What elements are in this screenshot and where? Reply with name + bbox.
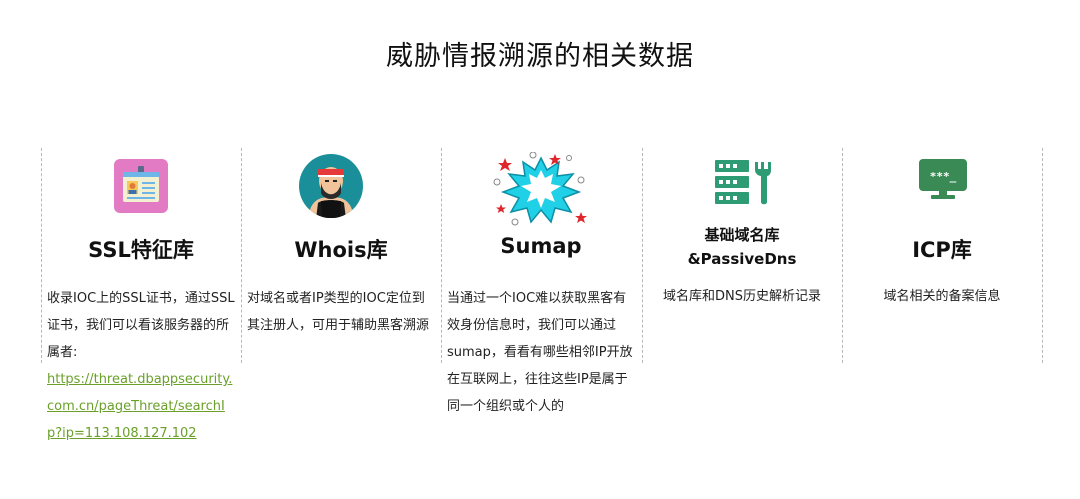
description-text: 收录IOC上的SSL证书，通过SSL证书，我们可以看该服务器的所属者: bbox=[47, 291, 235, 360]
screen-text: ***_ bbox=[930, 170, 957, 183]
column-title-line: 基础域名库 bbox=[704, 226, 780, 244]
column-description: 当通过一个IOC难以获取黑客有效身份信息时，我们可以通过sumap，看看有哪些相… bbox=[447, 291, 633, 414]
explosion-icon bbox=[493, 151, 589, 230]
column-divider bbox=[1042, 148, 1043, 363]
column-description: 对域名或者IP类型的IOC定位到其注册人，可用于辅助黑客溯源 bbox=[247, 291, 430, 333]
id-card-icon bbox=[114, 159, 168, 217]
column-description: 域名库和DNS历史解析记录 bbox=[663, 289, 821, 304]
column-title: 基础域名库 &PassiveDns bbox=[642, 223, 842, 271]
monitor-password-icon: ***_ bbox=[919, 159, 967, 205]
threat-search-link[interactable]: https://threat.dbappsecurity.com.cn/page… bbox=[47, 372, 232, 441]
column-description: 收录IOC上的SSL证书，通过SSL证书，我们可以看该服务器的所属者: http… bbox=[47, 285, 237, 447]
column-title-line: &PassiveDns bbox=[687, 250, 797, 268]
column-title: Whois库 bbox=[294, 238, 388, 262]
column-title: SSL特征库 bbox=[88, 238, 194, 262]
person-headband-icon bbox=[298, 153, 364, 223]
server-wrench-icon bbox=[715, 160, 771, 210]
column-title: ICP库 bbox=[912, 238, 972, 262]
column-description: 域名相关的备案信息 bbox=[883, 289, 1001, 304]
column-title: Sumap bbox=[500, 234, 582, 258]
page-title: 威胁情报溯源的相关数据 bbox=[386, 41, 694, 72]
